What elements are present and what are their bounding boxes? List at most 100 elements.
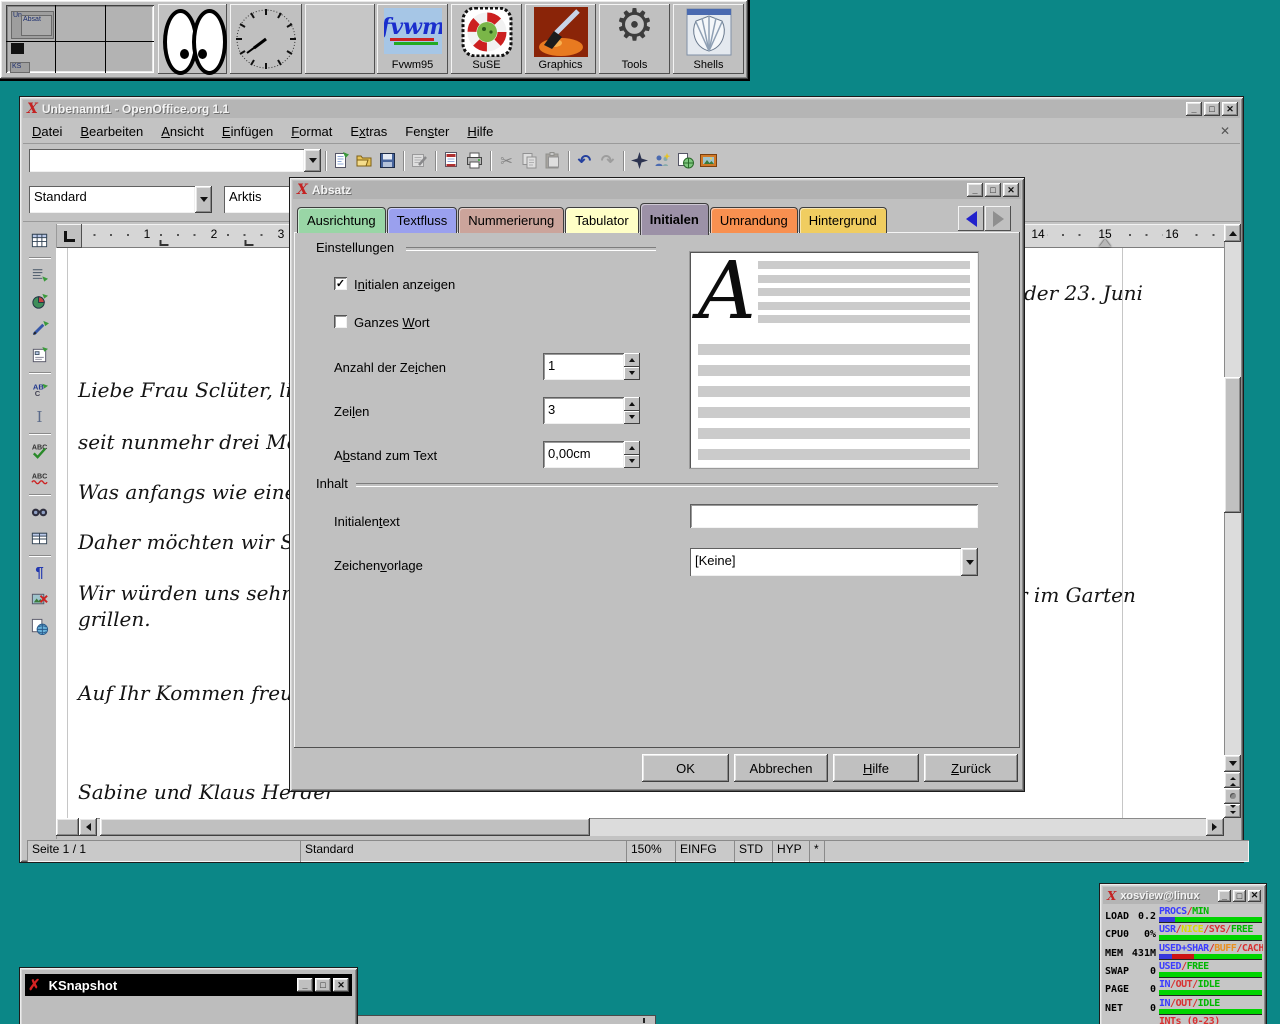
tab-stop-marker[interactable] xyxy=(245,240,254,246)
scroll-left-button[interactable] xyxy=(79,818,97,836)
toolbar-close-icon[interactable]: ✕ xyxy=(1220,124,1230,138)
maximize-button[interactable]: □ xyxy=(315,978,331,992)
menu-datei[interactable]: Datei xyxy=(23,122,71,141)
previous-page-button[interactable] xyxy=(1224,772,1241,788)
gallery-icon[interactable] xyxy=(697,149,720,172)
panel-button-graphics[interactable]: Graphics xyxy=(525,4,596,74)
menu-einfuegen[interactable]: Einfügen xyxy=(213,122,282,141)
stylist-icon[interactable] xyxy=(651,149,674,172)
spin-down-button[interactable] xyxy=(624,411,640,425)
spin-down-button[interactable] xyxy=(624,367,640,381)
spin-up-button[interactable] xyxy=(624,397,640,411)
tab-stop-marker[interactable] xyxy=(160,240,169,246)
show-dropcaps-checkbox[interactable]: ✓ xyxy=(334,277,347,290)
minimize-button[interactable]: _ xyxy=(1186,102,1202,116)
lines-value[interactable]: 3 xyxy=(543,397,624,424)
xclock-applet[interactable] xyxy=(230,4,302,74)
close-button[interactable]: ✕ xyxy=(333,978,349,992)
insert-special-character-icon[interactable]: I xyxy=(28,405,51,428)
panel-button-suse[interactable]: SuSE xyxy=(451,4,522,74)
virtual-desktop-pager[interactable]: Un Absat KS xyxy=(6,5,154,73)
scroll-right-button[interactable] xyxy=(1206,818,1224,836)
num-chars-spinner[interactable]: 1 xyxy=(543,353,640,380)
lines-spinner[interactable]: 3 xyxy=(543,397,640,424)
spin-down-button[interactable] xyxy=(624,455,640,469)
char-style-combobox[interactable]: [Keine] xyxy=(690,548,978,576)
style-dropdown-button[interactable] xyxy=(195,186,212,213)
maximize-button[interactable]: □ xyxy=(985,183,1001,197)
form-functions-icon[interactable] xyxy=(28,344,51,367)
pager-mini-window[interactable]: Absat xyxy=(22,16,51,35)
open-document-icon[interactable] xyxy=(353,149,376,172)
undo-icon[interactable]: ↶ xyxy=(573,149,596,172)
menu-bearbeiten[interactable]: Bearbeiten xyxy=(71,122,152,141)
menu-fenster[interactable]: Fenster xyxy=(396,122,458,141)
horizontal-scrollbar[interactable] xyxy=(56,818,1224,836)
edit-file-icon[interactable] xyxy=(408,149,431,172)
tab-hintergrund[interactable]: Hintergrund xyxy=(799,207,887,233)
distance-spinner[interactable]: 0,00cm xyxy=(543,441,640,468)
status-page-template[interactable]: Standard xyxy=(300,840,633,862)
minimize-button[interactable]: _ xyxy=(967,183,983,197)
tab-textfluss[interactable]: Textfluss xyxy=(387,207,458,233)
xosview-titlebar[interactable]: X xosview@linux _ □ ✕ xyxy=(1103,887,1263,904)
minimize-button[interactable]: _ xyxy=(297,978,313,992)
tab-scroll-left-button[interactable] xyxy=(958,206,984,231)
whole-word-checkbox[interactable] xyxy=(334,315,347,328)
vertical-scrollbar[interactable] xyxy=(1224,224,1241,818)
graphics-on-off-icon[interactable] xyxy=(28,588,51,611)
insert-objects-icon[interactable] xyxy=(28,290,51,313)
url-input[interactable] xyxy=(29,149,304,172)
right-indent-marker[interactable] xyxy=(1099,233,1111,247)
insert-table-icon[interactable] xyxy=(28,229,51,252)
close-button[interactable]: ✕ xyxy=(1003,183,1019,197)
navigator-icon[interactable] xyxy=(628,149,651,172)
minimize-button[interactable]: _ xyxy=(1218,890,1231,902)
tab-type-selector[interactable] xyxy=(56,224,82,248)
maximize-button[interactable]: □ xyxy=(1204,102,1220,116)
pager-mini-window[interactable] xyxy=(11,43,24,54)
cut-icon[interactable]: ✂ xyxy=(495,149,518,172)
panel-button-shells[interactable]: Shells xyxy=(673,4,744,74)
initial-text-input[interactable] xyxy=(690,504,978,528)
num-chars-value[interactable]: 1 xyxy=(543,353,624,380)
save-document-icon[interactable] xyxy=(376,149,399,172)
online-layout-icon[interactable] xyxy=(28,615,51,638)
url-combobox[interactable] xyxy=(29,149,321,172)
auto-spellcheck-icon[interactable]: ABC xyxy=(28,466,51,489)
nonprinting-characters-icon[interactable]: ¶ xyxy=(28,561,51,584)
ok-button[interactable]: OK xyxy=(642,754,729,782)
next-page-button[interactable] xyxy=(1224,804,1241,818)
vertical-scroll-thumb[interactable] xyxy=(1224,377,1241,513)
find-replace-icon[interactable] xyxy=(28,500,51,523)
paste-icon[interactable] xyxy=(541,149,564,172)
menu-hilfe[interactable]: Hilfe xyxy=(458,122,502,141)
back-button[interactable]: Zurück xyxy=(924,754,1018,782)
menu-ansicht[interactable]: Ansicht xyxy=(152,122,213,141)
panel-button-tools[interactable]: ⚙ Tools xyxy=(599,4,670,74)
cancel-button[interactable]: Abbrechen xyxy=(734,754,828,782)
distance-value[interactable]: 0,00cm xyxy=(543,441,624,468)
menu-extras[interactable]: Extras xyxy=(341,122,396,141)
hyperlink-icon[interactable] xyxy=(674,149,697,172)
paragraph-style-combobox[interactable]: Standard xyxy=(29,186,212,213)
url-dropdown-button[interactable] xyxy=(304,149,321,172)
tab-ausrichtung[interactable]: Ausrichtung xyxy=(297,207,386,233)
ksnapshot-titlebar[interactable]: ✗ KSnapshot _ □ ✕ xyxy=(25,974,352,996)
menu-format[interactable]: Format xyxy=(282,122,341,141)
spellcheck-icon[interactable]: ABC xyxy=(28,439,51,462)
redo-icon[interactable]: ↷ xyxy=(596,149,619,172)
scroll-down-button[interactable] xyxy=(1224,755,1241,772)
horizontal-scroll-thumb[interactable] xyxy=(100,818,590,836)
maximize-button[interactable]: □ xyxy=(1233,890,1246,902)
tab-umrandung[interactable]: Umrandung xyxy=(710,207,798,233)
tab-tabulator[interactable]: Tabulator xyxy=(565,207,638,233)
tab-initialen[interactable]: Initialen xyxy=(640,203,709,235)
tab-scroll-right-button[interactable] xyxy=(985,206,1011,231)
export-pdf-icon[interactable] xyxy=(440,149,463,172)
spin-up-button[interactable] xyxy=(624,353,640,367)
panel-blank-button[interactable] xyxy=(305,4,375,74)
close-button[interactable]: ✕ xyxy=(1222,102,1238,116)
scroll-up-button[interactable] xyxy=(1224,224,1241,242)
spin-up-button[interactable] xyxy=(624,441,640,455)
